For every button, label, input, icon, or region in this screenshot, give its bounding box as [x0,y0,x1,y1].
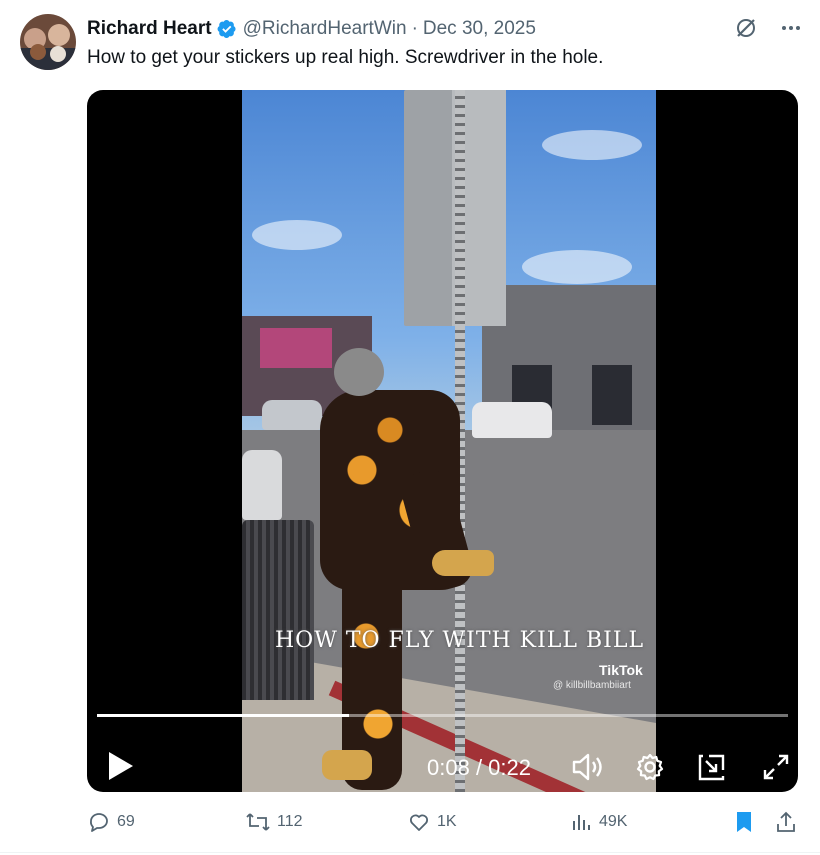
more-options-icon[interactable] [780,17,802,39]
tiktok-username: @ killbillbambiiart [553,680,631,691]
duration: 0:22 [488,755,531,780]
reply-button[interactable]: 69 [87,810,135,834]
reply-count: 69 [117,813,135,830]
like-button[interactable]: 1K [407,810,457,834]
like-count: 1K [437,813,457,830]
settings-gear-icon[interactable] [635,752,665,782]
video-caption-overlay: HOW TO FLY WITH KILL BILL [275,628,645,653]
header-separator: · [411,18,418,39]
share-button[interactable] [775,810,797,834]
tweet-header: Richard Heart @RichardHeartWin · Dec 30,… [87,16,536,42]
pop-out-icon[interactable] [697,752,727,782]
bookmark-button[interactable] [733,810,755,834]
tweet-actions: 69 112 1K 49K [87,810,798,840]
avatar[interactable] [20,14,76,70]
video-player[interactable]: HOW TO FLY WITH KILL BILL TikTok @ killb… [87,90,798,792]
repost-button[interactable]: 112 [245,810,303,834]
fullscreen-icon[interactable] [761,752,791,782]
volume-icon[interactable] [571,752,605,782]
time-separator: / [469,755,489,780]
bookmark-icon [737,812,751,832]
views-button[interactable]: 49K [571,810,627,834]
author-name[interactable]: Richard Heart [87,18,212,40]
repost-count: 112 [277,813,303,830]
current-time: 0:08 [427,755,470,780]
video-progress-bar[interactable] [97,714,788,717]
grok-icon[interactable] [734,16,758,40]
author-handle[interactable]: @RichardHeartWin [243,18,407,40]
tweet-text: How to get your stickers up real high. S… [87,47,604,68]
tiktok-watermark: TikTok [599,662,643,678]
tweet-date[interactable]: Dec 30, 2025 [423,18,536,40]
video-time: 0:08 / 0:22 [427,755,531,781]
reply-icon [90,813,108,832]
share-icon [777,811,795,832]
views-count: 49K [599,813,628,830]
divider [0,852,820,853]
play-icon[interactable] [107,750,135,787]
verified-badge-icon[interactable] [217,19,237,39]
heart-icon [410,814,428,831]
views-chart-icon [573,815,590,830]
video-progress-fill [97,714,349,717]
repost-icon [246,813,270,831]
top-right-actions [734,16,802,40]
